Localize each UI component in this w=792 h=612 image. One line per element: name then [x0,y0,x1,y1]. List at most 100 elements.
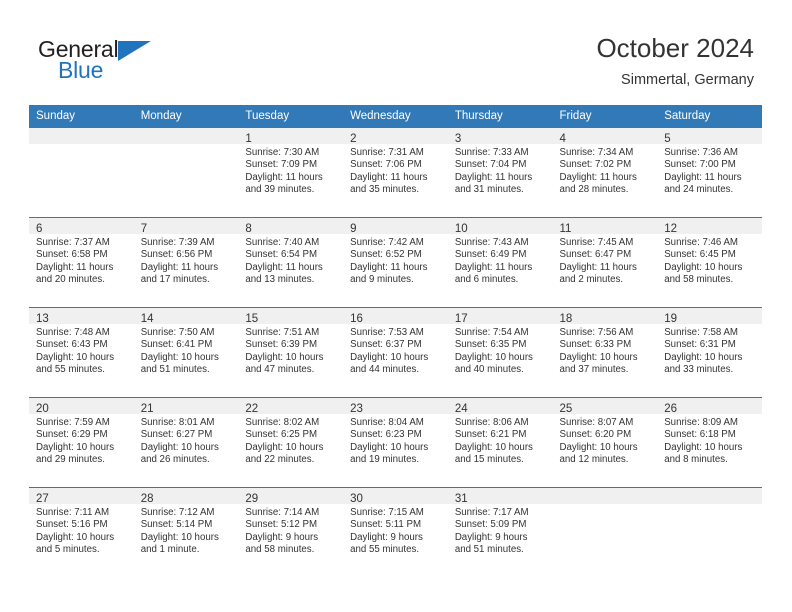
calendar-day-cell[interactable]: 24 Sunrise: 8:06 AM Sunset: 6:21 PM Dayligh… [447,398,553,487]
weekday-header-tuesday: Tuesday [238,105,344,128]
day-number: 31 [454,493,468,505]
day-number: 26 [664,403,678,415]
day-number-bar [552,488,658,504]
daylight-text-line1: Daylight: 9 hours [350,531,423,543]
calendar-day-cell[interactable]: 10 Sunrise: 7:43 AM Sunset: 6:49 PM Dayligh… [447,218,553,307]
day-number: 18 [559,313,573,325]
calendar-day-cell[interactable]: 14 Sunrise: 7:50 AM Sunset: 6:41 PM Dayligh… [133,308,239,397]
day-number: 30 [350,493,363,505]
calendar-day-cell[interactable]: 11 Sunrise: 7:45 AM Sunset: 6:47 PM Dayligh… [552,218,658,307]
sunrise-text: Sunrise: 7:40 AM [245,237,320,248]
day-number-bar: 4 [552,128,658,145]
sunset-text: Sunset: 7:02 PM [559,159,632,171]
calendar-day-cell[interactable]: 31 Sunrise: 7:17 AM Sunset: 5:09 PM Dayligh… [447,488,553,577]
day-details: Sunrise: 8:01 AM Sunset: 6:27 PM Daylight:… [134,414,239,467]
day-number: 29 [245,493,259,505]
weekday-header-sunday: Sunday [29,105,134,128]
daylight-text-line2: and 33 minutes. [664,364,734,376]
day-number: 19 [664,313,678,325]
calendar-day-cell[interactable]: 22 Sunrise: 8:02 AM Sunset: 6:25 PM Dayligh… [238,398,344,487]
calendar-day-cell[interactable]: 25 Sunrise: 8:07 AM Sunset: 6:20 PM Dayligh… [552,398,658,487]
day-number: 24 [454,403,468,415]
calendar-day-cell[interactable]: 1 Sunrise: 7:30 AM Sunset: 7:09 PM Daylight… [238,128,344,217]
calendar-day-cell[interactable]: 13 Sunrise: 7:48 AM Sunset: 6:43 PM Dayligh… [29,308,134,397]
calendar-day-cell[interactable]: 23 Sunrise: 8:04 AM Sunset: 6:23 PM Dayligh… [343,398,448,487]
calendar-day-cell[interactable]: 17 Sunrise: 7:54 AM Sunset: 6:35 PM Dayligh… [447,308,553,397]
daylight-text-line2: and 5 minutes. [36,544,100,556]
day-number-bar: 31 [447,488,553,505]
day-number-bar: 7 [133,218,239,235]
calendar-day-cell[interactable]: 5 Sunrise: 7:36 AM Sunset: 7:00 PM Daylight… [657,128,762,217]
day-number-bar: 30 [343,488,448,505]
day-details [657,504,762,507]
calendar-table: Sunday Monday Tuesday Wednesday Thursday… [29,105,762,577]
day-details: Sunrise: 7:53 AM Sunset: 6:37 PM Daylight:… [343,324,448,377]
day-number-bar: 21 [133,398,239,415]
day-details [134,144,239,147]
sunrise-text: Sunrise: 7:11 AM [36,507,110,518]
daylight-text-line2: and 9 minutes. [350,274,414,286]
calendar-day-cell[interactable]: 6 Sunrise: 7:37 AM Sunset: 6:58 PM Daylight… [29,218,134,307]
calendar-day-cell[interactable]: 16 Sunrise: 7:53 AM Sunset: 6:37 PM Dayligh… [343,308,448,397]
title-block: October 2024 Simmertal, Germany [596,32,754,90]
calendar-day-cell[interactable]: 18 Sunrise: 7:56 AM Sunset: 6:33 PM Dayligh… [552,308,658,397]
sunrise-text: Sunrise: 7:59 AM [36,417,110,428]
sunset-text: Sunset: 6:29 PM [36,429,108,441]
calendar-day-cell[interactable]: 30 Sunrise: 7:15 AM Sunset: 5:11 PM Dayligh… [343,488,448,577]
calendar-day-cell[interactable]: 28 Sunrise: 7:12 AM Sunset: 5:14 PM Dayligh… [133,488,239,577]
calendar-day-cell[interactable]: 21 Sunrise: 8:01 AM Sunset: 6:27 PM Dayligh… [133,398,239,487]
calendar-week-row: 20 Sunrise: 7:59 AM Sunset: 6:29 PM Dayligh… [29,397,762,488]
daylight-text-line2: and 51 minutes. [454,544,524,556]
calendar-day-cell[interactable]: 8 Sunrise: 7:40 AM Sunset: 6:54 PM Daylight… [238,218,344,307]
sunrise-text: Sunrise: 7:39 AM [140,237,215,248]
day-number: 12 [664,223,678,235]
sunrise-text: Sunrise: 7:50 AM [140,327,215,338]
daylight-text-line1: Daylight: 11 hours [350,261,428,273]
sunset-text: Sunset: 5:09 PM [454,519,527,531]
calendar-day-cell[interactable]: 7 Sunrise: 7:39 AM Sunset: 6:56 PM Daylight… [133,218,239,307]
calendar-day-cell[interactable]: 3 Sunrise: 7:33 AM Sunset: 7:04 PM Daylight… [447,128,553,217]
calendar-day-cell[interactable]: 29 Sunrise: 7:14 AM Sunset: 5:12 PM Dayligh… [238,488,344,577]
day-number: 13 [36,313,49,325]
day-number: 11 [559,223,572,235]
sunrise-text: Sunrise: 7:56 AM [559,327,634,338]
daylight-text-line2: and 35 minutes. [350,184,420,196]
daylight-text-line2: and 1 minute. [140,544,200,556]
day-number-bar: 2 [343,128,448,145]
day-number-bar: 18 [552,308,658,325]
day-number-bar: 6 [29,218,134,235]
day-number-bar: 22 [238,398,344,415]
calendar-day-cell[interactable]: 2 Sunrise: 7:31 AM Sunset: 7:06 PM Daylight… [343,128,448,217]
calendar-day-cell[interactable]: 20 Sunrise: 7:59 AM Sunset: 6:29 PM Dayligh… [29,398,134,487]
sunset-text: Sunset: 6:33 PM [559,339,632,351]
weekday-header-monday: Monday [133,105,239,128]
calendar-day-cell[interactable]: 15 Sunrise: 7:51 AM Sunset: 6:39 PM Dayligh… [238,308,344,397]
daylight-text-line2: and 13 minutes. [245,274,315,286]
day-details: Sunrise: 7:56 AM Sunset: 6:33 PM Daylight:… [553,324,658,377]
daylight-text-line1: Daylight: 10 hours [350,441,429,453]
calendar-day-cell[interactable]: 9 Sunrise: 7:42 AM Sunset: 6:52 PM Daylight… [343,218,448,307]
calendar-day-cell[interactable]: 26 Sunrise: 8:09 AM Sunset: 6:18 PM Dayligh… [657,398,762,487]
day-number: 28 [140,493,154,505]
weekday-header-saturday: Saturday [657,105,762,128]
calendar-day-cell[interactable]: 4 Sunrise: 7:34 AM Sunset: 7:02 PM Daylight… [552,128,658,217]
sunrise-text: Sunrise: 7:54 AM [454,327,529,338]
day-number: 25 [559,403,573,415]
sunset-text: Sunset: 5:12 PM [245,519,318,531]
sunset-text: Sunset: 7:09 PM [245,159,318,171]
weekday-header-thursday: Thursday [447,105,553,128]
sunset-text: Sunset: 7:00 PM [664,159,736,171]
daylight-text-line1: Daylight: 10 hours [36,351,115,363]
day-number: 15 [245,313,259,325]
calendar-day-cell[interactable]: 19 Sunrise: 7:58 AM Sunset: 6:31 PM Dayligh… [657,308,762,397]
daylight-text-line2: and 39 minutes. [245,184,315,196]
calendar-day-cell[interactable]: 27 Sunrise: 7:11 AM Sunset: 5:16 PM Dayligh… [29,488,134,577]
day-number: 8 [245,223,252,235]
day-number-bar: 29 [238,488,344,505]
calendar-day-cell-empty [552,488,658,577]
daylight-text-line1: Daylight: 10 hours [454,351,533,363]
calendar-day-cell[interactable]: 12 Sunrise: 7:46 AM Sunset: 6:45 PM Dayligh… [657,218,762,307]
day-number-bar [133,128,239,144]
day-details: Sunrise: 7:36 AM Sunset: 7:00 PM Daylight:… [657,144,762,197]
day-number: 7 [140,223,148,235]
